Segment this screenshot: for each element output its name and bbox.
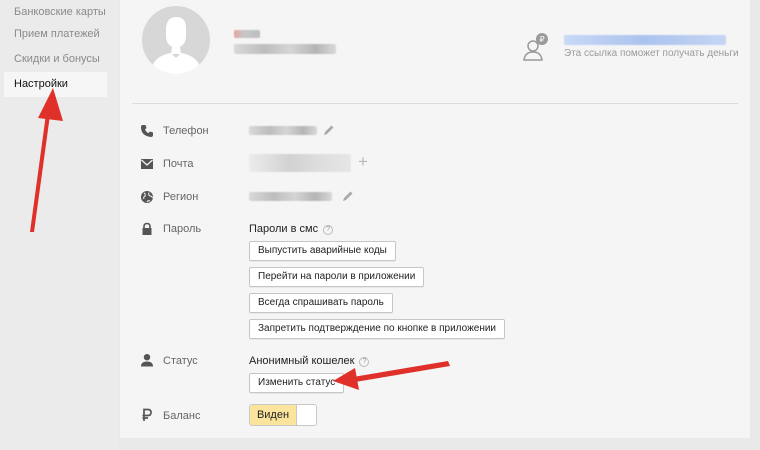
sms-passwords-text: Пароли в смс?: [249, 223, 334, 235]
phone-icon: [141, 125, 153, 137]
password-help-question-icon[interactable]: ?: [323, 225, 334, 235]
change-status-button[interactable]: Изменить статус: [249, 373, 345, 393]
region-value-redacted: [249, 192, 332, 201]
referral-link-redacted[interactable]: [564, 35, 726, 45]
lock-icon: [142, 222, 152, 235]
sidebar: Банковские карты Прием платежей Скидки и…: [0, 0, 118, 450]
divider: [132, 103, 738, 104]
region-label: Регион: [163, 191, 199, 203]
user-name-redacted: [234, 30, 260, 38]
svg-text:₽: ₽: [539, 35, 544, 44]
status-text: Анонимный кошелек?: [249, 355, 370, 367]
ruble-icon: [142, 408, 152, 421]
emergency-codes-button[interactable]: Выпустить аварийные коды: [249, 241, 396, 261]
status-value: Анонимный кошелек: [249, 355, 355, 367]
person-icon: [141, 354, 153, 367]
sidebar-item-discounts[interactable]: Скидки и бонусы: [4, 47, 107, 72]
sidebar-item-payments[interactable]: Прием платежей: [4, 22, 107, 47]
referral-icon[interactable]: ₽: [523, 32, 549, 62]
balance-label: Баланс: [163, 410, 201, 422]
phone-value-redacted: [249, 126, 317, 135]
avatar-silhouette-icon: [150, 17, 202, 74]
account-number-redacted: [234, 44, 336, 54]
status-help-question-icon[interactable]: ?: [359, 357, 370, 367]
app-passwords-button[interactable]: Перейти на пароли в приложении: [249, 267, 425, 287]
email-value-redacted: [249, 154, 351, 172]
password-label: Пароль: [163, 223, 202, 235]
disable-app-confirm-button[interactable]: Запретить подтверждение по кнопке в прил…: [249, 319, 506, 339]
always-ask-password-button[interactable]: Всегда спрашивать пароль: [249, 293, 393, 313]
edit-phone-pencil-icon[interactable]: [323, 124, 335, 136]
mail-icon: [141, 159, 153, 169]
add-email-plus-icon[interactable]: +: [358, 153, 368, 170]
avatar[interactable]: [142, 6, 210, 74]
referral-hint: Эта ссылка поможет получать деньги: [564, 48, 739, 59]
email-label: Почта: [163, 158, 194, 170]
balance-visibility-toggle[interactable]: Виден: [249, 404, 317, 426]
sidebar-item-settings[interactable]: Настройки: [4, 72, 107, 97]
status-label: Статус: [163, 355, 198, 367]
phone-label: Телефон: [163, 125, 209, 137]
globe-icon: [141, 191, 153, 203]
settings-panel: ₽ Эта ссылка поможет получать деньги Тел…: [120, 0, 750, 438]
sms-passwords-label: Пароли в смс: [249, 223, 319, 235]
balance-visible-option[interactable]: Виден: [250, 405, 297, 425]
edit-region-pencil-icon[interactable]: [342, 190, 354, 202]
